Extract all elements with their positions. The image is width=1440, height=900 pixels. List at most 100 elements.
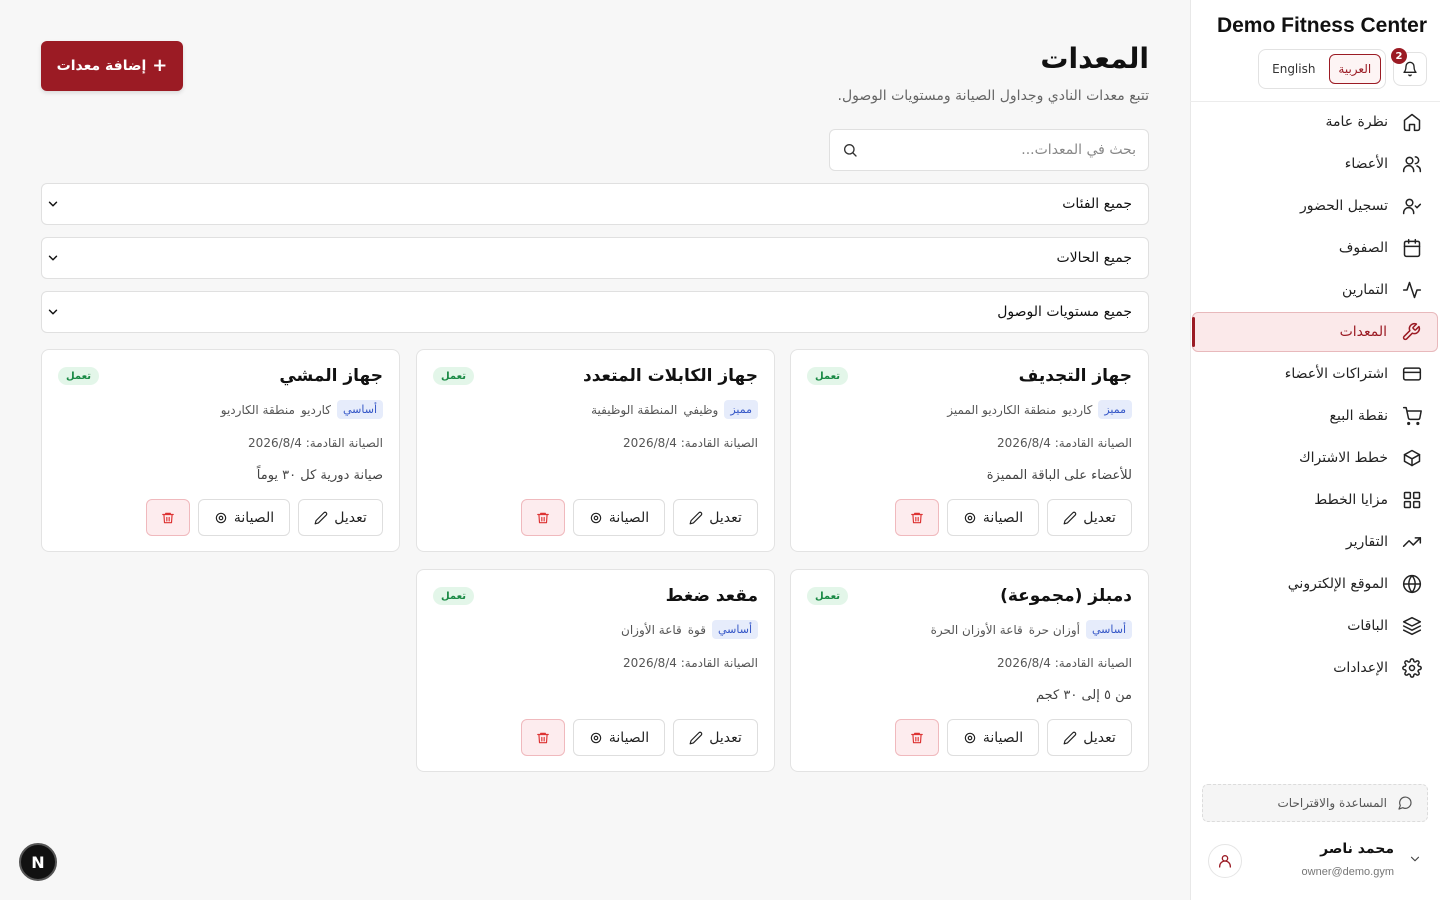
next-maintenance: الصيانة القادمة: 2026/8/4: [997, 436, 1132, 450]
users-icon: [1402, 156, 1422, 173]
sidebar-item-label: الباقات: [1347, 618, 1388, 634]
equipment-notes: من ٥ إلى ٣٠ كجم: [1035, 688, 1132, 703]
help-feedback-button[interactable]: المساعدة والاقتراحات: [1202, 784, 1428, 822]
activity-icon: [1402, 281, 1422, 299]
sidebar-item-workouts[interactable]: التمارين: [1192, 270, 1438, 310]
brand-name: Demo Fitness Center: [1216, 14, 1427, 37]
sidebar-item-label: الأعضاء: [1344, 156, 1388, 172]
sidebar-item-packages[interactable]: الباقات: [1192, 606, 1438, 646]
gear-icon: [964, 512, 976, 523]
grid-icon: [1403, 491, 1421, 509]
gear-icon: [590, 732, 602, 743]
delete-button[interactable]: [521, 499, 565, 536]
maintenance-button[interactable]: الصيانة: [198, 499, 290, 536]
maintenance-button[interactable]: الصيانة: [947, 719, 1039, 756]
tier-badge: أساسي: [711, 620, 758, 639]
equipment-card: مقعد ضغط تعمل أساسي قوة قاعة الأوزان الص…: [416, 569, 775, 772]
cart-icon: [1402, 406, 1422, 426]
sidebar-item-reports[interactable]: التقارير: [1192, 522, 1438, 562]
pencil-icon: [689, 731, 703, 744]
edit-button[interactable]: تعديل: [298, 499, 383, 536]
next-logo-icon: N: [31, 852, 45, 872]
tier-badge: أساسي: [336, 400, 383, 419]
edit-button[interactable]: تعديل: [1047, 719, 1132, 756]
lang-english-button[interactable]: English: [1263, 54, 1325, 84]
pencil-icon: [1063, 511, 1077, 524]
lang-arabic-button[interactable]: العربية: [1328, 54, 1381, 84]
equipment-card: دمبلز (مجموعة) تعمل أساسي أوزان حرة قاعة…: [790, 569, 1149, 772]
equipment-notes: للأعضاء على الباقة المميزة: [986, 468, 1132, 483]
notifications-button[interactable]: 2: [1391, 48, 1427, 86]
delete-button[interactable]: [895, 499, 939, 536]
equipment-name: مقعد ضغط: [665, 586, 758, 606]
home-icon: [1403, 113, 1421, 132]
sidebar-item-website[interactable]: الموقع الإلكتروني: [1192, 564, 1438, 604]
delete-button[interactable]: [895, 719, 939, 756]
card-actions: تعديل الصيانة: [895, 499, 1132, 536]
status-filter-select[interactable]: جميع الحالات: [41, 237, 1149, 279]
user-menu[interactable]: محمد ناصر owner@demo.gym: [1190, 838, 1440, 888]
trash-icon: [911, 512, 923, 523]
edit-label: تعديل: [1083, 729, 1116, 746]
page-subtitle: تتبع معدات النادي وجداول الصيانة ومستويا…: [837, 88, 1149, 104]
edit-label: تعديل: [709, 729, 742, 746]
edit-button[interactable]: تعديل: [1047, 499, 1132, 536]
trash-icon: [162, 512, 174, 523]
equipment-location: منطقة الكارديو المميز: [947, 402, 1057, 417]
equipment-category: قوة: [687, 622, 706, 637]
equipment-category: كارديو: [1062, 402, 1093, 417]
avatar: [1208, 844, 1242, 878]
gear-icon: [964, 732, 976, 743]
chevron-down-icon: [48, 255, 58, 261]
maintenance-button[interactable]: الصيانة: [573, 499, 665, 536]
category-filter-select[interactable]: جميع الفئات: [41, 183, 1149, 225]
sidebar-item-attendance[interactable]: تسجيل الحضور: [1192, 186, 1438, 226]
equipment-category: أوزان حرة: [1028, 622, 1080, 637]
status-badge: تعمل: [807, 587, 849, 605]
maintenance-label: الصيانة: [982, 729, 1024, 746]
sidebar-item-label: التمارين: [1341, 282, 1388, 298]
edit-button[interactable]: تعديل: [673, 719, 758, 756]
access-level-filter-select[interactable]: جميع مستويات الوصول: [41, 291, 1149, 333]
sidebar-item-equipment[interactable]: المعدات: [1192, 312, 1438, 352]
sidebar-item-plan-features[interactable]: مزايا الخطط: [1192, 480, 1438, 520]
add-equipment-button[interactable]: + إضافة معدات: [41, 41, 183, 91]
user-check-icon: [1402, 198, 1422, 215]
sidebar-item-overview[interactable]: نظرة عامة: [1192, 102, 1438, 142]
sidebar-item-members[interactable]: الأعضاء: [1192, 144, 1438, 184]
sidebar-item-settings[interactable]: الإعدادات: [1192, 648, 1438, 688]
sidebar-item-pos[interactable]: نقطة البيع: [1192, 396, 1438, 436]
equipment-card: جهاز المشي تعمل أساسي كارديو منطقة الكار…: [41, 349, 400, 552]
card-actions: تعديل الصيانة: [521, 499, 758, 536]
maintenance-button[interactable]: الصيانة: [947, 499, 1039, 536]
edit-label: تعديل: [1083, 509, 1116, 526]
card-actions: تعديل الصيانة: [895, 719, 1132, 756]
status-badge: تعمل: [433, 587, 475, 605]
equipment-card: جهاز التجديف تعمل مميز كارديو منطقة الكا…: [790, 349, 1149, 552]
sidebar-item-plans[interactable]: خطط الاشتراك: [1192, 438, 1438, 478]
maintenance-button[interactable]: الصيانة: [573, 719, 665, 756]
search-input[interactable]: [858, 142, 1136, 158]
search-icon: [844, 144, 857, 157]
sidebar-item-memberships[interactable]: اشتراكات الأعضاء: [1192, 354, 1438, 394]
maintenance-label: الصيانة: [233, 509, 275, 526]
sidebar-item-classes[interactable]: الصفوف: [1192, 228, 1438, 268]
user-icon: [1219, 855, 1231, 868]
equipment-meta: أساسي كارديو منطقة الكارديو: [221, 400, 383, 419]
delete-button[interactable]: [521, 719, 565, 756]
access-filter-value: جميع مستويات الوصول: [997, 304, 1132, 320]
equipment-location: منطقة الكارديو: [220, 402, 295, 417]
sidebar-item-label: نظرة عامة: [1325, 114, 1388, 130]
edit-button[interactable]: تعديل: [673, 499, 758, 536]
sidebar-item-label: مزايا الخطط: [1314, 492, 1388, 508]
next-dev-indicator[interactable]: N: [19, 843, 57, 881]
sidebar-item-label: خطط الاشتراك: [1299, 450, 1388, 466]
delete-button[interactable]: [146, 499, 190, 536]
card-actions: تعديل الصيانة: [521, 719, 758, 756]
equipment-notes: صيانة دورية كل ٣٠ يوماً: [256, 468, 383, 483]
equipment-location: المنطقة الوظيفية: [591, 402, 678, 417]
chevron-down-icon: [1410, 856, 1420, 862]
gear-icon: [215, 512, 227, 523]
edit-label: تعديل: [334, 509, 367, 526]
equipment-meta: مميز كارديو منطقة الكارديو المميز: [947, 400, 1132, 419]
